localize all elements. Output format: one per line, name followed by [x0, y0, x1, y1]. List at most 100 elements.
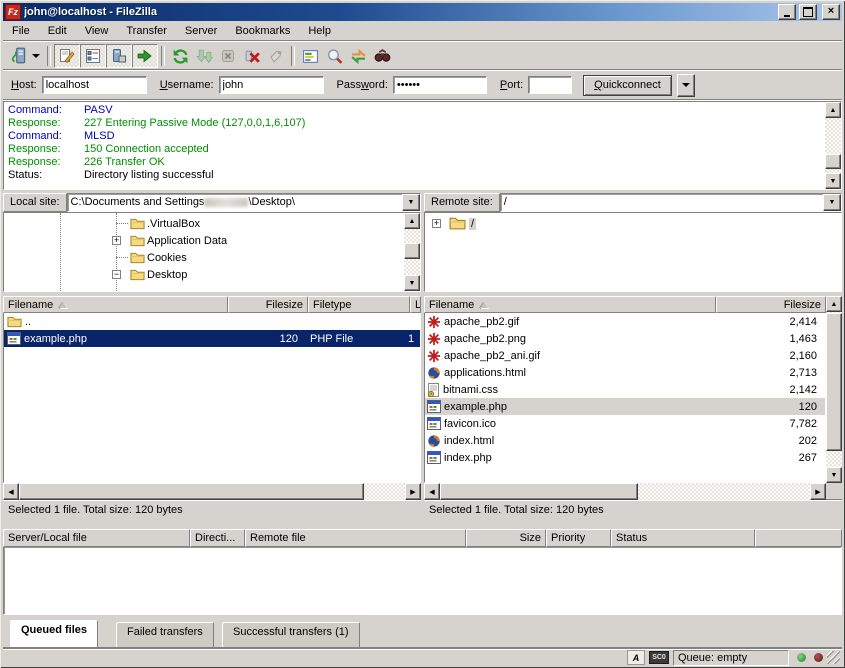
compare-button[interactable]	[322, 45, 346, 67]
tree-item-application-data[interactable]: + Application Data	[4, 232, 420, 249]
toggle-local-tree-button[interactable]	[80, 44, 106, 68]
file-row-example-php[interactable]: example.php 120 PHP File 1	[4, 330, 420, 347]
tree-item-root[interactable]: + /	[425, 215, 841, 232]
scroll-down-button[interactable]: ▼	[826, 467, 842, 483]
column-header-filesize[interactable]: Filesize	[716, 296, 826, 313]
toggle-remote-tree-button[interactable]	[106, 44, 132, 68]
message-log[interactable]: Command:PASV Response:227 Entering Passi…	[3, 101, 842, 190]
scrollbar-thumb[interactable]	[440, 483, 638, 500]
file-row[interactable]: bitnami.css 2,142	[425, 381, 825, 398]
title-bar[interactable]: Fz john@localhost - FileZilla ×	[3, 3, 842, 21]
scrollbar-thumb[interactable]	[404, 243, 420, 259]
expand-icon[interactable]: +	[432, 219, 441, 228]
local-list-body[interactable]: .. example.php 120 PHP File 1	[3, 313, 421, 483]
filter-button[interactable]	[298, 45, 322, 67]
file-row[interactable]: index.html 202	[425, 432, 825, 449]
minimize-button[interactable]	[778, 4, 796, 20]
collapse-icon[interactable]: −	[112, 270, 121, 279]
find-files-button[interactable]	[370, 45, 394, 67]
quickconnect-dropdown-button[interactable]	[677, 74, 695, 97]
column-header-direction[interactable]: Directi...	[190, 529, 245, 547]
column-header-filetype[interactable]: Filetype	[308, 296, 410, 313]
scroll-up-button[interactable]: ▲	[825, 102, 841, 118]
file-row[interactable]: favicon.ico 7,782	[425, 415, 825, 432]
quickconnect-button[interactable]: Quickconnect	[583, 75, 672, 96]
reconnect-button[interactable]	[264, 45, 288, 67]
host-input[interactable]	[42, 76, 147, 94]
remote-site-combobox[interactable]: / ▼	[500, 193, 842, 212]
expand-icon[interactable]: +	[112, 236, 121, 245]
toggle-queue-button[interactable]	[132, 44, 158, 68]
port-input[interactable]	[528, 76, 572, 94]
column-header-size[interactable]: Size	[466, 529, 546, 547]
tab-successful-transfers[interactable]: Successful transfers (1)	[222, 622, 360, 647]
speedlimit-icon[interactable]: SC0	[649, 651, 669, 664]
process-queue-button[interactable]	[192, 45, 216, 67]
file-row-selected[interactable]: example.php 120	[425, 398, 825, 415]
column-header-status[interactable]: Status	[611, 529, 755, 547]
file-row[interactable]: apache_pb2_ani.gif 2,160	[425, 347, 825, 364]
log-scrollbar[interactable]: ▲ ▼	[825, 102, 841, 189]
username-input[interactable]	[219, 76, 324, 94]
tree-item-virtualbox[interactable]: .VirtualBox	[4, 215, 420, 232]
queue-body[interactable]	[3, 547, 842, 615]
close-button[interactable]: ×	[822, 4, 840, 20]
site-manager-button[interactable]	[7, 45, 31, 67]
menu-transfer[interactable]: Transfer	[117, 23, 176, 39]
local-site-dropdown-button[interactable]: ▼	[402, 194, 420, 211]
column-header-lastmodified[interactable]: L	[410, 296, 421, 313]
scroll-left-button[interactable]: ◀	[424, 483, 440, 500]
column-header-filename[interactable]: Filename	[424, 296, 716, 313]
menu-file[interactable]: File	[3, 23, 39, 39]
scroll-down-button[interactable]: ▼	[825, 173, 841, 189]
scroll-down-button[interactable]: ▼	[404, 275, 420, 291]
maximize-button[interactable]	[799, 4, 817, 20]
column-header-remote-file[interactable]: Remote file	[245, 529, 466, 547]
file-row[interactable]: applications.html 2,713	[425, 364, 825, 381]
password-input[interactable]	[393, 76, 487, 94]
menu-edit[interactable]: Edit	[39, 23, 76, 39]
column-header-priority[interactable]: Priority	[546, 529, 611, 547]
cancel-button[interactable]	[216, 45, 240, 67]
remote-tree[interactable]: + /	[424, 212, 842, 292]
remote-vscrollbar[interactable]: ▲ ▼	[826, 296, 842, 483]
remote-site-dropdown-button[interactable]: ▼	[823, 194, 841, 211]
site-manager-dropdown-icon[interactable]	[32, 54, 40, 58]
refresh-button[interactable]	[168, 45, 192, 67]
column-header-server-local-file[interactable]: Server/Local file	[3, 529, 190, 547]
scroll-right-button[interactable]: ▶	[810, 483, 826, 500]
tree-item-desktop[interactable]: − Desktop	[4, 266, 420, 283]
sync-browsing-button[interactable]	[346, 45, 370, 67]
file-row[interactable]: index.php 267	[425, 449, 825, 466]
scroll-up-button[interactable]: ▲	[404, 213, 420, 229]
file-row-parent-dir[interactable]: ..	[4, 313, 420, 330]
local-tree[interactable]: .VirtualBox + Application Data Cookies −…	[3, 212, 421, 292]
file-row[interactable]: apache_pb2.gif 2,414	[425, 313, 825, 330]
toggle-log-button[interactable]	[54, 44, 80, 68]
scroll-right-button[interactable]: ▶	[405, 483, 421, 500]
toolbar	[3, 43, 842, 70]
remote-list-body[interactable]: apache_pb2.gif 2,414 apache_pb2.png 1,46…	[424, 313, 826, 483]
tab-failed-transfers[interactable]: Failed transfers	[116, 622, 214, 647]
local-hscrollbar[interactable]: ◀ ▶	[3, 483, 421, 500]
tab-queued-files[interactable]: Queued files	[10, 620, 98, 647]
scroll-up-button[interactable]: ▲	[826, 296, 842, 312]
datatype-indicator-icon[interactable]: A	[627, 650, 645, 665]
column-header-filename[interactable]: Filename	[3, 296, 228, 313]
scrollbar-thumb[interactable]	[826, 313, 842, 451]
remote-hscrollbar[interactable]: ◀ ▶	[424, 483, 826, 500]
resize-grip[interactable]	[827, 651, 840, 664]
menu-server[interactable]: Server	[176, 23, 226, 39]
menu-view[interactable]: View	[76, 23, 118, 39]
menu-bookmarks[interactable]: Bookmarks	[226, 23, 299, 39]
local-tree-scrollbar[interactable]: ▲ ▼	[404, 213, 420, 291]
scrollbar-thumb[interactable]	[825, 154, 841, 169]
file-row[interactable]: apache_pb2.png 1,463	[425, 330, 825, 347]
scroll-left-button[interactable]: ◀	[3, 483, 19, 500]
disconnect-button[interactable]	[240, 45, 264, 67]
column-header-filesize[interactable]: Filesize	[228, 296, 308, 313]
scrollbar-thumb[interactable]	[19, 483, 364, 500]
tree-item-cookies[interactable]: Cookies	[4, 249, 420, 266]
menu-help[interactable]: Help	[299, 23, 340, 39]
local-site-combobox[interactable]: C:\Documents and Settings\Desktop\ ▼	[67, 193, 421, 212]
